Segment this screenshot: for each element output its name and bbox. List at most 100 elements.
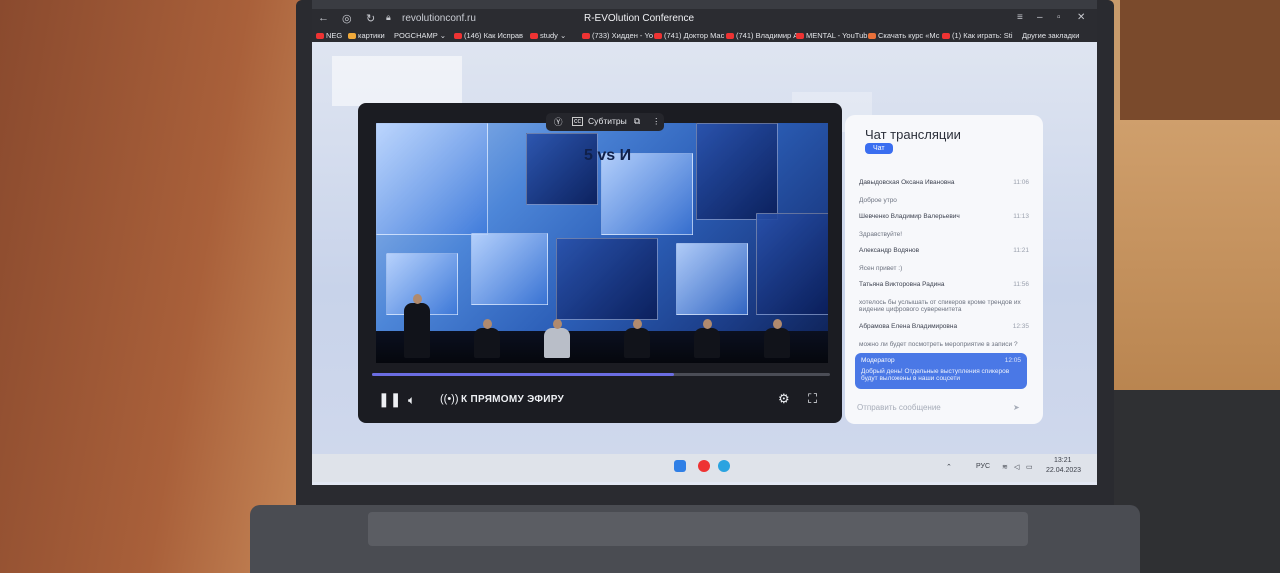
player-controls: ❚❚ 🔈︎ ((•)) К ПРЯМОМУ ЭФИРУ ⚙ ⛶ [358,385,842,415]
chat-message: Александр Водянов 11:21 Ясен привет :) [859,247,1029,272]
bookmark-item[interactable]: (733) Хидден - Yo [582,31,653,40]
send-icon[interactable]: ➤ [1013,403,1020,412]
profile-icon[interactable]: ◎ [342,12,352,25]
yandex-browser-icon[interactable] [698,460,710,472]
laptop-hinge [368,512,1028,546]
video-cube [601,153,693,235]
tab-strip [312,0,1097,9]
message-author: Модератор [861,357,895,364]
live-button[interactable]: К ПРЯМОМУ ЭФИРУ [461,394,564,405]
url-text[interactable]: revolutionconf.ru [402,13,476,24]
tray-chevron-icon[interactable]: ⌃ [946,463,952,471]
speaker-figure [694,319,720,358]
video-cube [526,133,598,205]
bookmark-item[interactable]: (1) Как играть: Sti [942,31,1013,40]
decor-block [332,56,462,106]
chat-input[interactable]: Отправить сообщение [857,403,1029,412]
wifi-icon[interactable]: ≋ [1002,463,1008,471]
address-bar: ← ◎ ↻ 🔒︎ revolutionconf.ru R-EVOlution C… [312,9,1097,29]
lock-icon: 🔒︎ [386,12,391,22]
bookmark-item[interactable]: (741) Доктор Мас [654,31,724,40]
chat-title: Чат трансляции [865,127,961,142]
message-text: Здравствуйте! [859,231,903,238]
bookmark-item[interactable]: POGCHAMP ⌄ [394,31,446,40]
yandex-icon[interactable]: Ⓨ [554,116,563,128]
background-wall [1120,0,1280,140]
back-icon[interactable]: ← [318,12,329,24]
bookmark-item[interactable]: Скачать курс «Мс [868,31,940,40]
start-icon[interactable] [674,460,686,472]
other-bookmarks[interactable]: Другие закладки [1022,31,1079,40]
video-stage [376,331,828,363]
video-cube [696,123,778,220]
close-icon[interactable]: ✕ [1077,12,1085,23]
chat-tab[interactable]: Чат [865,143,893,154]
message-author: Александр Водянов [859,247,920,254]
bookmarks-bar: NEG картики POGCHAMP ⌄ (146) Как Исправ … [312,29,1097,42]
laptop-screen: ← ◎ ↻ 🔒︎ revolutionconf.ru R-EVOlution C… [312,0,1097,485]
bookmark-item[interactable]: (146) Как Исправ [454,31,523,40]
battery-icon[interactable]: ▭ [1026,463,1033,471]
clock-date[interactable]: 22.04.2023 [1046,467,1081,474]
youtube-icon [530,33,538,40]
fullscreen-icon[interactable]: ⛶ [808,391,817,407]
youtube-icon [454,33,462,40]
sound-icon[interactable]: ◁ [1014,463,1019,471]
speaker-figure [764,319,790,358]
speaker-figure [474,319,500,358]
message-time: 12:05 [1004,357,1021,364]
minimize-icon[interactable]: – [1037,12,1043,23]
bookmark-item[interactable]: (741) Владимир А [726,31,798,40]
bookmark-item[interactable]: картики [348,31,385,40]
message-time: 12:35 [1012,323,1029,330]
subtitles-label[interactable]: Субтитры [588,116,627,126]
live-icon[interactable]: ((•)) [440,393,459,405]
volume-icon[interactable]: 🔈︎ [408,393,415,408]
more-icon[interactable]: ⋮ [652,116,661,127]
page-title: R-EVOlution Conference [584,13,695,24]
chat-message: Шевченко Владимир Валерьевич 11:13 Здрав… [859,213,1029,238]
chat-message: Абрамова Елена Владимировна 12:35 можно … [859,323,1029,348]
message-time: 11:13 [1013,213,1029,220]
bookmark-item[interactable]: study ⌄ [530,31,566,40]
pause-icon[interactable]: ❚❚ [378,391,401,408]
youtube-icon [796,33,804,40]
message-text: Доброе утро [859,197,897,204]
bookmark-item[interactable]: NEG [316,31,342,40]
message-time: 11:21 [1013,247,1029,254]
menu-icon[interactable]: ≡ [1017,12,1023,23]
video-cube [756,213,828,315]
message-text: хотелось бы услышать от спикеров кроме т… [859,299,1021,313]
message-author: Шевченко Владимир Валерьевич [859,213,960,220]
speaker-figure [624,319,650,358]
subtitles-icon[interactable]: cc [572,117,583,126]
settings-icon[interactable]: ⚙ [778,391,790,407]
message-time: 11:06 [1013,179,1029,186]
player-toolbar: Ⓨ cc Субтитры ⧉ ⋮ [546,113,664,131]
pip-icon[interactable]: ⧉ [634,116,640,127]
message-text: можно ли будет посмотреть мероприятие в … [859,341,1018,348]
chat-message: Давыдовская Оксана Ивановна 11:06 Доброе… [859,179,1029,204]
telegram-icon[interactable] [718,460,730,472]
speaker-figure [544,319,570,358]
video-overlay-text: 5 vs И [584,147,632,164]
chat-panel: Чат трансляции Чат Давыдовская Оксана Ив… [845,115,1043,424]
video-player: 5 vs И Ⓨ cc Субтитры ⧉ ⋮ ❚❚ 🔈︎ ((•)) К П… [358,103,842,423]
message-author: Татьяна Викторовна Радина [859,281,945,288]
reload-icon[interactable]: ↻ [366,12,375,25]
maximize-icon[interactable]: ▫ [1057,12,1061,23]
bookmark-item[interactable]: MENTAL - YouTub [796,31,867,40]
youtube-icon [942,33,950,40]
language-indicator[interactable]: РУС [976,463,990,470]
message-author: Абрамова Елена Владимировна [859,323,958,330]
speaker-figure [404,294,430,358]
video-frame[interactable]: 5 vs И [376,123,828,363]
message-author: Давыдовская Оксана Ивановна [859,179,955,186]
youtube-icon [654,33,662,40]
chat-message: Татьяна Викторовна Радина 11:56 хотелось… [859,281,1029,313]
bookmark-icon [868,33,876,40]
folder-icon [348,33,356,40]
clock-time[interactable]: 13:21 [1054,457,1072,464]
message-text: Добрый день! Отдельные выступления спике… [861,368,1010,382]
progress-bar[interactable] [372,373,830,376]
